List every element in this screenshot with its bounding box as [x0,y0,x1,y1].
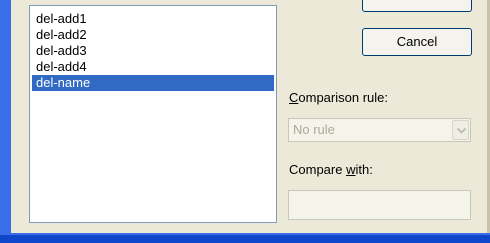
chevron-down-icon [457,128,466,134]
dropdown-button[interactable] [452,120,469,140]
comparison-rule-select[interactable]: No rule [288,118,471,142]
compare-with-input[interactable] [288,190,471,220]
mnemonic-letter: C [289,90,299,105]
ok-button-partial[interactable] [362,0,472,12]
comparison-rule-label: Comparison rule: [289,90,388,105]
list-item[interactable]: del-add4 [32,59,274,75]
window-bottom-border [0,233,490,243]
field-listbox[interactable]: del-add1 del-add2 del-add3 del-add4 del-… [29,5,277,223]
cancel-button[interactable]: Cancel [362,28,472,56]
list-item[interactable]: del-add3 [32,43,274,59]
window-left-border [0,0,11,243]
dialog-window: del-add1 del-add2 del-add3 del-add4 del-… [0,0,490,233]
list-item[interactable]: del-add2 [32,27,274,43]
compare-with-label: Compare with: [289,162,373,177]
list-item-selected[interactable]: del-name [32,75,274,91]
comparison-rule-value: No rule [293,122,335,137]
list-item[interactable]: del-add1 [32,11,274,27]
